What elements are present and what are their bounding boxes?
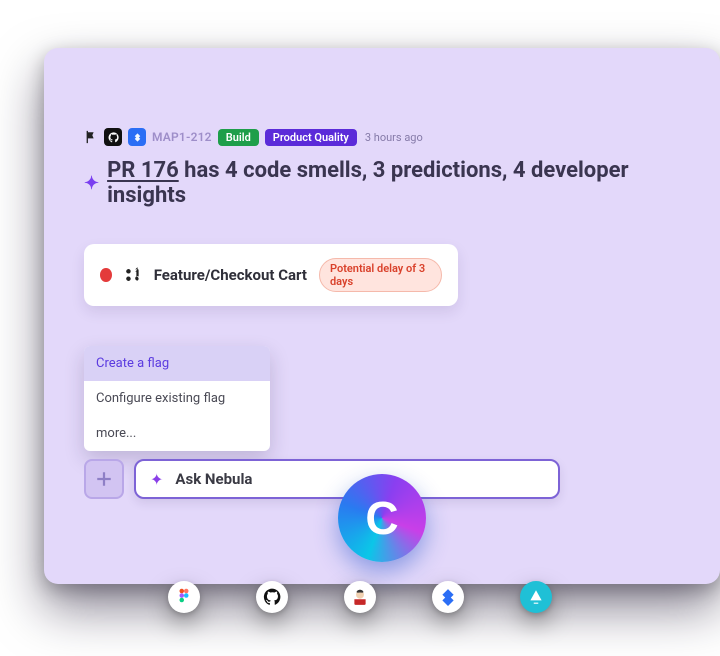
headline-text: has 4 code smells, 3 predictions, 4 deve… — [107, 158, 628, 208]
action-menu: Create a flag Configure existing flag mo… — [84, 346, 270, 451]
timestamp: 3 hours ago — [365, 131, 423, 144]
tray-jira[interactable] — [432, 581, 464, 613]
ticket-id[interactable]: MAP1-212 — [152, 130, 212, 144]
insights-card: MAP1-212 Build Product Quality 3 hours a… — [44, 48, 720, 584]
quality-pill: Product Quality — [265, 129, 357, 146]
sparkle-icon: ✦ — [84, 173, 99, 194]
tray-jenkins[interactable] — [344, 581, 376, 613]
build-pill: Build — [218, 129, 259, 146]
add-button[interactable] — [84, 459, 124, 499]
logo-letter: C — [365, 491, 398, 545]
pull-request-icon — [124, 266, 142, 284]
flag-icon — [84, 130, 98, 144]
feature-card[interactable]: Feature/Checkout Cart Potential delay of… — [84, 244, 458, 306]
meta-row: MAP1-212 Build Product Quality 3 hours a… — [84, 128, 692, 146]
menu-item-configure-flag[interactable]: Configure existing flag — [84, 381, 270, 416]
sparkle-icon: ✦ — [150, 470, 163, 489]
brand-logo: C — [338, 474, 426, 562]
integration-tray — [168, 581, 552, 613]
menu-item-create-flag[interactable]: Create a flag — [84, 346, 270, 381]
tray-teal-app[interactable] — [520, 581, 552, 613]
ask-placeholder: Ask Nebula — [175, 470, 252, 488]
jira-icon[interactable] — [128, 128, 146, 146]
status-dot-icon — [100, 268, 112, 282]
delay-badge: Potential delay of 3 days — [319, 258, 442, 292]
headline: ✦ PR 176 has 4 code smells, 3 prediction… — [84, 158, 692, 208]
menu-item-more[interactable]: more... — [84, 416, 270, 451]
github-icon[interactable] — [104, 128, 122, 146]
tray-github[interactable] — [256, 581, 288, 613]
pr-link[interactable]: PR 176 — [107, 158, 179, 183]
tray-figma[interactable] — [168, 581, 200, 613]
feature-name: Feature/Checkout Cart — [154, 266, 307, 284]
